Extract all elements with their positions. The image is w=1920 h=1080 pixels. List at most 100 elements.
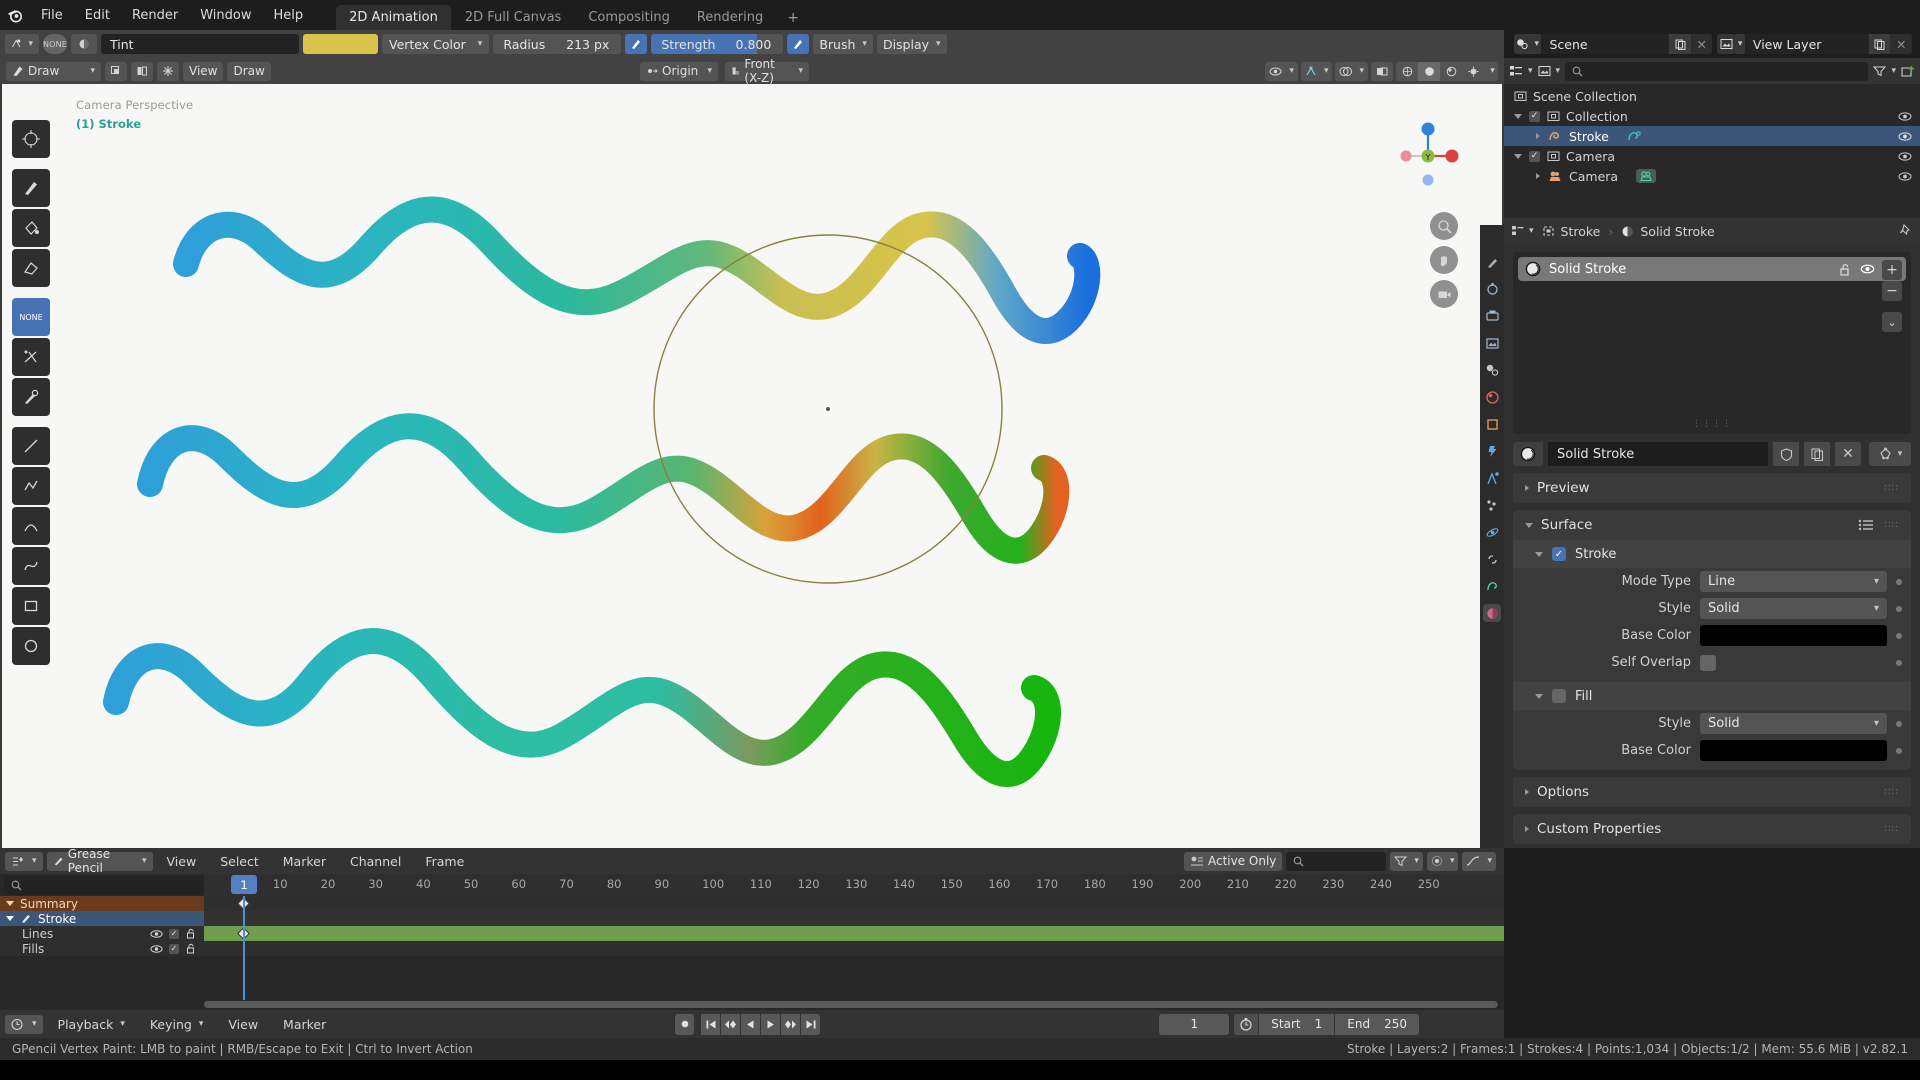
snap-icon[interactable] xyxy=(157,61,179,81)
nodes-icon[interactable]: ▾ xyxy=(1869,442,1911,466)
grip-icon[interactable]: ∷∷ xyxy=(1884,483,1899,493)
zoom-icon[interactable] xyxy=(1430,212,1458,240)
brush-name-field[interactable]: Tint xyxy=(101,34,299,54)
pivot-dropdown[interactable]: Origin ▾ xyxy=(640,61,718,81)
menu-window[interactable]: Window xyxy=(189,5,262,26)
checkbox-icon[interactable]: ✓ xyxy=(169,928,179,939)
radius-slider[interactable]: Radius 213 px xyxy=(493,34,622,54)
channel-summary[interactable]: Summary xyxy=(0,896,204,911)
menu-help[interactable]: Help xyxy=(263,5,315,26)
cutter-tool[interactable] xyxy=(12,338,50,376)
add-material-slot-button[interactable]: + xyxy=(1882,260,1902,280)
keying-menu[interactable]: Keying ▾ xyxy=(140,1015,214,1034)
list-view-icon[interactable] xyxy=(1858,519,1874,531)
eye-icon[interactable] xyxy=(1898,151,1912,162)
dopesheet-frame-menu[interactable]: Frame xyxy=(415,852,474,871)
curve-tool[interactable] xyxy=(12,547,50,585)
tool-tab[interactable] xyxy=(1483,253,1501,271)
box-tool[interactable] xyxy=(12,587,50,625)
brush-color-swatch[interactable] xyxy=(303,34,378,54)
viewlayer-icon[interactable]: ▾ xyxy=(1717,34,1745,54)
playback-menu[interactable]: Playback ▾ xyxy=(48,1015,135,1034)
hand-icon[interactable] xyxy=(1430,246,1458,274)
gizmo-icon[interactable]: ▾ xyxy=(1300,61,1333,81)
menu-file[interactable]: File xyxy=(30,5,74,26)
end-frame-field[interactable]: End 250 xyxy=(1335,1013,1419,1035)
fill-style-dropdown[interactable]: Solid ▾ xyxy=(1700,713,1887,734)
mode-type-dropdown[interactable]: Line ▾ xyxy=(1700,571,1887,592)
new-collection-icon[interactable] xyxy=(1901,65,1915,78)
close-icon[interactable]: ✕ xyxy=(1690,34,1713,54)
fill-base-color-swatch[interactable] xyxy=(1700,740,1887,761)
playhead[interactable] xyxy=(243,896,245,1000)
mirror-icon[interactable] xyxy=(131,61,153,81)
keyframe-area[interactable] xyxy=(204,896,1504,1010)
animate-dot[interactable] xyxy=(1896,720,1902,727)
circle-tool[interactable] xyxy=(12,627,50,665)
gpencil-data-icon[interactable] xyxy=(1627,130,1642,143)
chevron-down-icon[interactable] xyxy=(1514,113,1522,119)
chevron-right-icon[interactable] xyxy=(1536,133,1540,139)
play-icon[interactable] xyxy=(761,1013,781,1035)
shield-icon[interactable] xyxy=(1773,442,1799,466)
brush-menu[interactable]: Brush ▾ xyxy=(813,34,873,54)
pin-icon[interactable] xyxy=(1899,224,1913,238)
material-sphere-icon[interactable] xyxy=(1513,442,1543,466)
play-reverse-icon[interactable] xyxy=(741,1013,761,1035)
new-scene-icon[interactable] xyxy=(1669,34,1691,54)
arc-tool[interactable] xyxy=(12,507,50,545)
dopesheet-search-input[interactable] xyxy=(1286,851,1387,871)
animate-dot[interactable] xyxy=(1896,605,1902,612)
color-mode-dropdown[interactable]: Vertex Color ▾ xyxy=(382,34,490,54)
outliner-row-camera-object[interactable]: Camera xyxy=(1504,166,1920,186)
viewlayer-selector[interactable]: ▾ View Layer ✕ xyxy=(1717,34,1912,54)
jump-start-icon[interactable] xyxy=(701,1013,721,1035)
outliner-search-input[interactable] xyxy=(1565,61,1869,81)
shading-material-icon[interactable] xyxy=(1440,62,1462,81)
unlock-icon[interactable] xyxy=(185,943,196,954)
section-options[interactable]: Options ∷∷ xyxy=(1513,777,1911,807)
keyrow-lines[interactable] xyxy=(204,926,1504,941)
data-tab[interactable] xyxy=(1483,577,1501,595)
eye-icon[interactable] xyxy=(150,929,163,939)
orientation-dropdown[interactable]: Front (X-Z) ▾ xyxy=(725,58,809,85)
shading-wireframe-icon[interactable] xyxy=(1396,62,1418,81)
channel-search-input[interactable] xyxy=(4,876,204,895)
next-keyframe-icon[interactable] xyxy=(781,1013,801,1035)
keyrow-fills[interactable] xyxy=(204,941,1504,956)
scene-icon[interactable]: ▾ xyxy=(1514,34,1542,54)
chevron-down-icon[interactable] xyxy=(6,901,14,906)
viewport-canvas[interactable]: Camera Perspective (1) Stroke NONE Y xyxy=(0,84,1504,848)
brush-preset-icon[interactable]: NONE xyxy=(43,34,67,54)
menu-render[interactable]: Render xyxy=(121,5,189,26)
tab-2d-animation[interactable]: 2D Animation xyxy=(336,5,451,30)
chevron-right-icon[interactable] xyxy=(1536,173,1540,179)
dopesheet-view-menu[interactable]: View xyxy=(157,852,207,871)
tab-2d-full-canvas[interactable]: 2D Full Canvas xyxy=(452,5,575,30)
grip-icon[interactable]: ∷∷ xyxy=(1884,824,1899,834)
remove-material-slot-button[interactable]: − xyxy=(1882,281,1902,301)
channel-fills[interactable]: Fills ✓ xyxy=(0,941,204,956)
clock-icon[interactable] xyxy=(1234,1013,1259,1035)
timeline-ruler[interactable]: 10 20 30 40 50 60 70 80 90 100 110 120 130 140 150 160 1… xyxy=(204,874,1504,896)
strength-slider[interactable]: Strength 0.800 xyxy=(651,34,784,54)
section-surface[interactable]: Surface ∷∷ xyxy=(1513,510,1911,540)
visual-effects-tab[interactable] xyxy=(1483,469,1501,487)
self-overlap-checkbox[interactable] xyxy=(1700,654,1716,671)
navigation-gizmo[interactable]: Y xyxy=(1390,118,1466,194)
eye-icon[interactable] xyxy=(1898,131,1912,142)
section-custom-properties[interactable]: Custom Properties ∷∷ xyxy=(1513,814,1911,844)
section-preview[interactable]: Preview ∷∷ xyxy=(1513,473,1911,503)
tint-none-tool[interactable]: NONE xyxy=(12,298,50,336)
playhead-frame-tag[interactable]: 1 xyxy=(231,875,257,894)
collection-checkbox[interactable]: ✓ xyxy=(1529,110,1540,122)
constraints-tab[interactable] xyxy=(1483,550,1501,568)
copy-icon[interactable] xyxy=(105,61,127,81)
new-material-icon[interactable] xyxy=(1804,442,1830,466)
close-icon[interactable]: ✕ xyxy=(1890,34,1912,54)
scene-selector[interactable]: ▾ Scene ✕ xyxy=(1514,34,1713,54)
object-tab[interactable] xyxy=(1483,415,1501,433)
properties-editor-icon[interactable]: ▾ xyxy=(1511,225,1534,237)
proportional-edit-icon[interactable]: ▾ xyxy=(1426,851,1459,871)
unlock-icon[interactable] xyxy=(1838,263,1851,276)
